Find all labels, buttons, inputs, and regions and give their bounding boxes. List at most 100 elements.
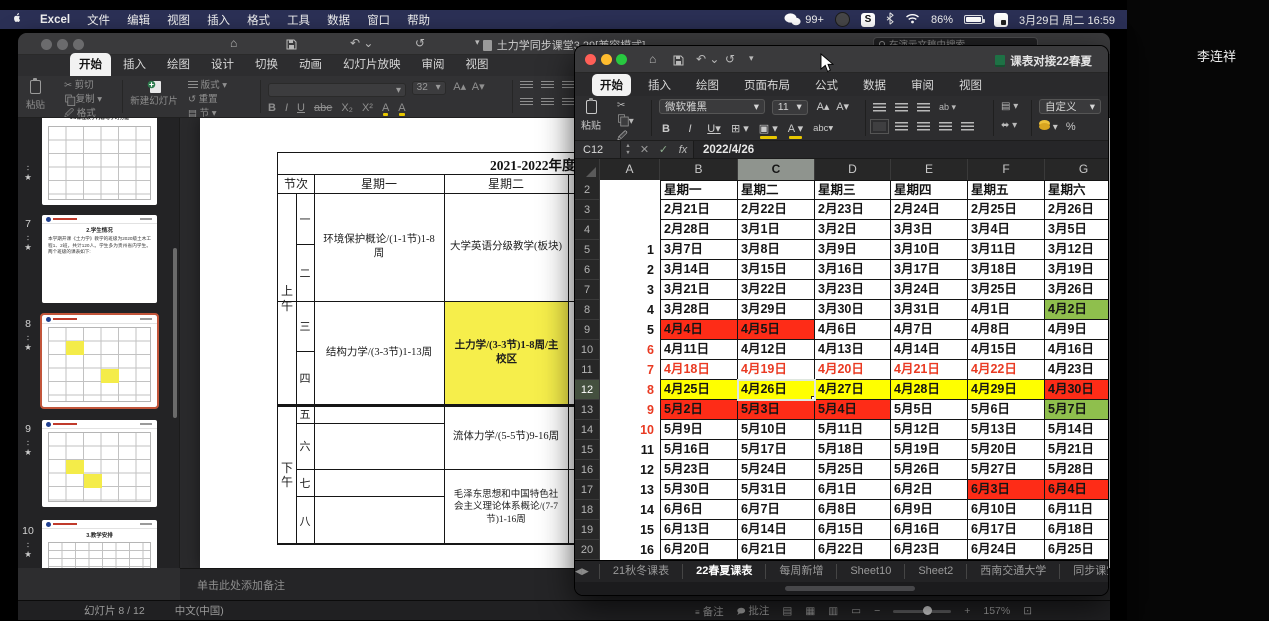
- cell-C19[interactable]: 6月14日: [738, 520, 815, 540]
- cell-A6[interactable]: 2: [600, 260, 660, 280]
- cell-B4[interactable]: 2月28日: [660, 220, 738, 240]
- ppt-tab-1[interactable]: 插入: [114, 53, 155, 76]
- cell-E5[interactable]: 3月10日: [891, 240, 968, 260]
- cell-B20[interactable]: 6月20日: [660, 540, 738, 560]
- formula-fx-icon[interactable]: fx: [673, 144, 693, 156]
- cell-B18[interactable]: 6月6日: [660, 500, 738, 520]
- column-header-B[interactable]: B: [660, 159, 738, 180]
- cell-G16[interactable]: 5月28日: [1045, 460, 1108, 480]
- cell-F2[interactable]: 星期五: [968, 180, 1045, 200]
- cell-E20[interactable]: 6月23日: [891, 540, 968, 560]
- excel-currency-button[interactable]: ▾: [1039, 122, 1058, 133]
- cell-B5[interactable]: 3月7日: [660, 240, 738, 260]
- cell-B13[interactable]: 5月2日: [660, 400, 738, 420]
- cell-G17[interactable]: 6月4日: [1045, 480, 1108, 500]
- excel-italic-button[interactable]: I: [683, 121, 697, 137]
- cell-A10[interactable]: 6: [600, 340, 660, 360]
- excel-cut-button[interactable]: ✂: [617, 98, 634, 113]
- ppt-numbering-icon[interactable]: [541, 81, 554, 90]
- excel-bold-button[interactable]: B: [659, 121, 673, 137]
- cell-E4[interactable]: 3月3日: [891, 220, 968, 240]
- cell-B17[interactable]: 5月30日: [660, 480, 738, 500]
- cell-F9[interactable]: 4月8日: [968, 320, 1045, 340]
- cell-G10[interactable]: 4月16日: [1045, 340, 1108, 360]
- cell-C10[interactable]: 4月12日: [738, 340, 815, 360]
- cell-D20[interactable]: 6月22日: [815, 540, 891, 560]
- ppt-underline-button[interactable]: U: [297, 102, 305, 114]
- ppt-zoom-slider[interactable]: [893, 610, 951, 613]
- excel-percent-button[interactable]: %: [1066, 121, 1076, 133]
- ppt-zoom-in-button[interactable]: +: [964, 605, 970, 617]
- cell-C16[interactable]: 5月24日: [738, 460, 815, 480]
- row-header-2[interactable]: 2: [575, 180, 600, 200]
- sheet-scroll-right-icon[interactable]: ▶: [582, 566, 589, 577]
- menubar-item-4[interactable]: 格式: [247, 15, 270, 27]
- column-header-D[interactable]: D: [815, 159, 891, 180]
- ppt-comments-toggle[interactable]: 🗩 批注: [737, 603, 770, 620]
- excel-increase-indent-icon[interactable]: [961, 122, 974, 131]
- ppt-shrink-font-button[interactable]: A▾: [472, 81, 485, 93]
- cell-C5[interactable]: 3月8日: [738, 240, 815, 260]
- excel-name-box[interactable]: C12: [575, 141, 621, 158]
- row-header-14[interactable]: 14: [575, 420, 600, 440]
- cell-C2[interactable]: 星期二: [738, 180, 815, 200]
- cell-A14[interactable]: 10: [600, 420, 660, 440]
- menubar-item-6[interactable]: 数据: [327, 15, 350, 27]
- menubar-item-2[interactable]: 视图: [167, 15, 190, 27]
- cell-D10[interactable]: 4月13日: [815, 340, 891, 360]
- column-header-F[interactable]: F: [968, 159, 1045, 180]
- ppt-new-slide-button[interactable]: 新建幻灯片: [130, 80, 178, 107]
- excel-tab-1[interactable]: 插入: [640, 74, 679, 96]
- cell-E9[interactable]: 4月7日: [891, 320, 968, 340]
- ppt-copy-button[interactable]: 复制 ▾: [64, 93, 102, 107]
- cell-G19[interactable]: 6月18日: [1045, 520, 1108, 540]
- ppt-align-right-icon[interactable]: [562, 98, 575, 107]
- cell-D6[interactable]: 3月16日: [815, 260, 891, 280]
- cell-F16[interactable]: 5月27日: [968, 460, 1045, 480]
- ppt-strikethrough-button[interactable]: abe: [314, 102, 332, 114]
- excel-underline-button[interactable]: U ▾: [707, 121, 721, 137]
- slide-thumbnail-7[interactable]: 2.学生情况 本学期开课《土力学》教学的班级为2020级土木工程1、2班，共计1…: [42, 215, 157, 303]
- cell-A11[interactable]: 7: [600, 360, 660, 380]
- ppt-paste-button[interactable]: 粘贴: [26, 80, 45, 111]
- cell-A20[interactable]: 16: [600, 540, 660, 560]
- excel-orientation-icon[interactable]: ab ▾: [939, 102, 956, 113]
- cell-C15[interactable]: 5月17日: [738, 440, 815, 460]
- cell-D17[interactable]: 6月1日: [815, 480, 891, 500]
- ppt-notes-toggle[interactable]: ≡ 备注: [695, 604, 724, 619]
- formula-cancel-icon[interactable]: ✕: [635, 143, 654, 156]
- ppt-bold-button[interactable]: B: [268, 102, 276, 114]
- cell-F10[interactable]: 4月15日: [968, 340, 1045, 360]
- ppt-fit-slide-icon[interactable]: ⊡: [1023, 605, 1032, 617]
- cell-C18[interactable]: 6月7日: [738, 500, 815, 520]
- cell-C12[interactable]: 4月26日: [738, 380, 815, 400]
- cell-E13[interactable]: 5月5日: [891, 400, 968, 420]
- cell-F20[interactable]: 6月24日: [968, 540, 1045, 560]
- cell-G20[interactable]: 6月25日: [1045, 540, 1108, 560]
- cell-F18[interactable]: 6月10日: [968, 500, 1045, 520]
- excel-tab-6[interactable]: 审阅: [903, 74, 942, 96]
- cell-G6[interactable]: 3月19日: [1045, 260, 1108, 280]
- excel-tab-0[interactable]: 开始: [592, 74, 631, 96]
- ppt-cut-button[interactable]: ✂ 剪切: [64, 79, 102, 93]
- excel-tab-7[interactable]: 视图: [951, 74, 990, 96]
- excel-shrink-font-button[interactable]: A▾: [836, 101, 849, 113]
- excel-save-icon[interactable]: [673, 53, 684, 71]
- row-header-6[interactable]: 6: [575, 260, 600, 280]
- sheet-tab-2[interactable]: 每周新增: [765, 564, 836, 579]
- ppt-zoom-out-button[interactable]: −: [874, 605, 880, 617]
- cell-A15[interactable]: 11: [600, 440, 660, 460]
- column-header-E[interactable]: E: [891, 159, 968, 180]
- cell-C13[interactable]: 5月3日: [738, 400, 815, 420]
- wechat-icon[interactable]: 99+: [784, 13, 824, 26]
- cell-B8[interactable]: 3月28日: [660, 300, 738, 320]
- cell-C11[interactable]: 4月19日: [738, 360, 815, 380]
- name-box-stepper[interactable]: ▲▼: [621, 143, 635, 155]
- ppt-superscript-button[interactable]: X²: [362, 102, 373, 114]
- row-header-17[interactable]: 17: [575, 480, 600, 500]
- row-header-9[interactable]: 9: [575, 320, 600, 340]
- cell-G8[interactable]: 4月2日: [1045, 300, 1108, 320]
- cell-A2[interactable]: [600, 180, 660, 200]
- row-header-15[interactable]: 15: [575, 440, 600, 460]
- cell-A18[interactable]: 14: [600, 500, 660, 520]
